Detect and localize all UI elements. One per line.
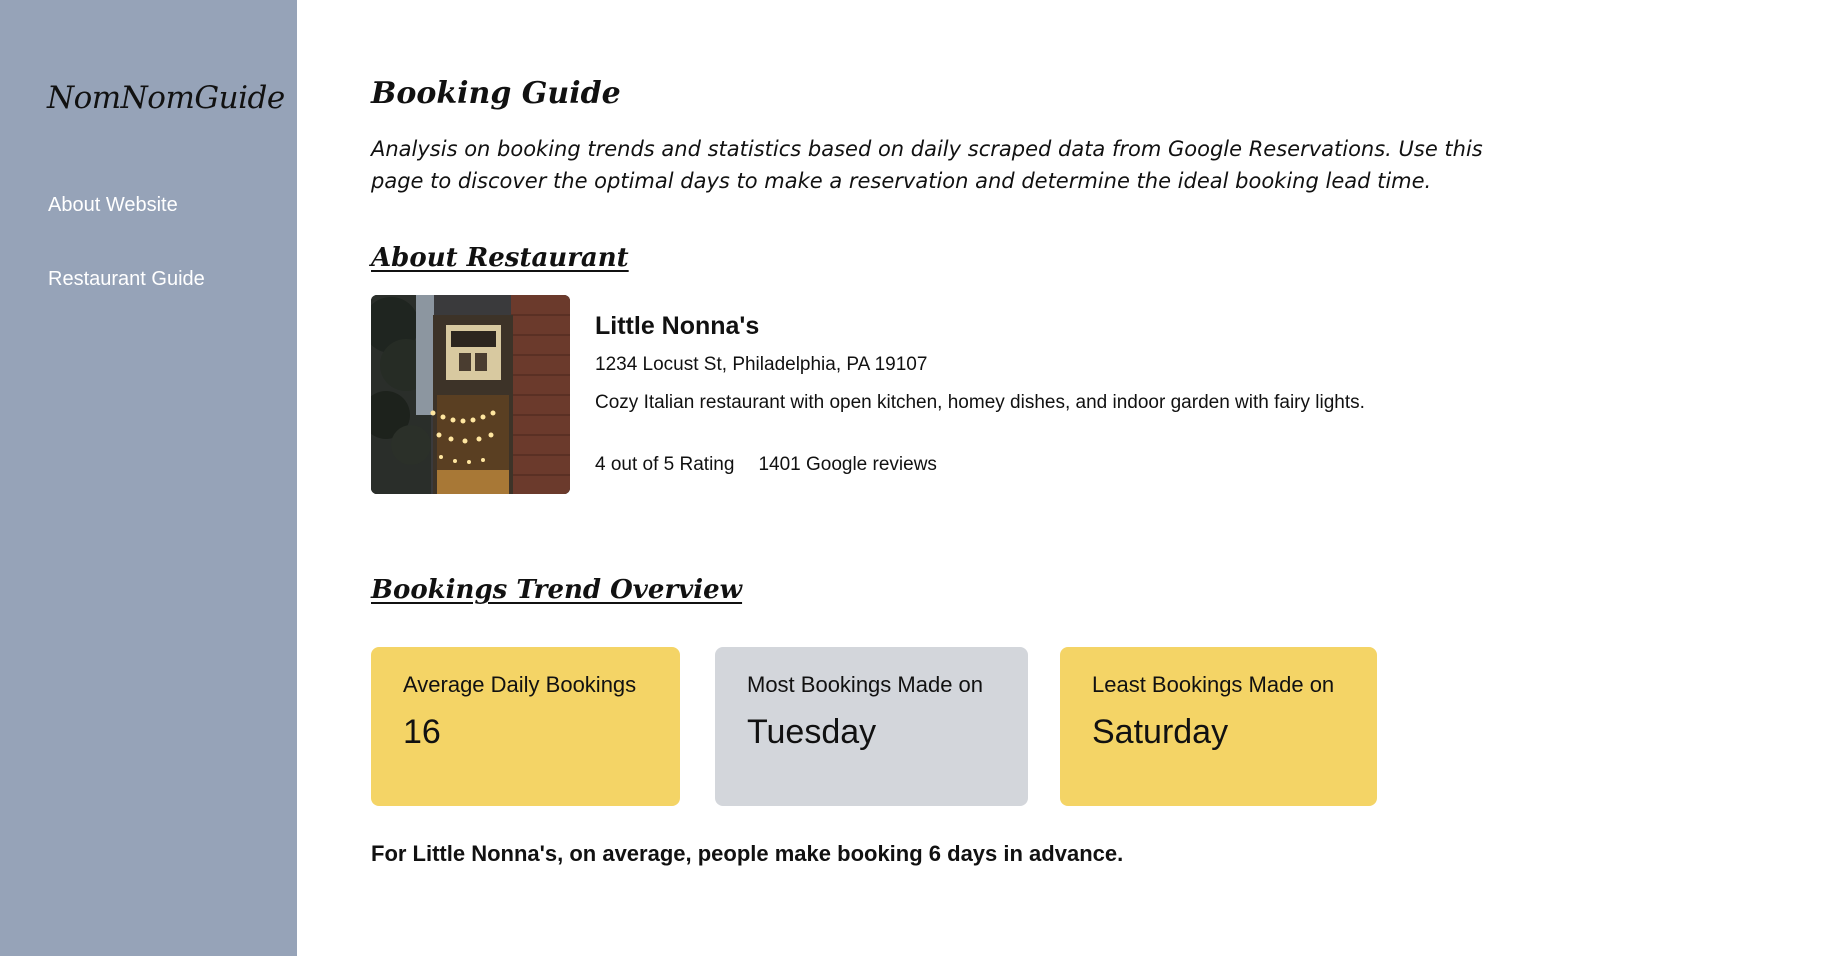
main-content: Booking Guide Analysis on booking trends… [371,0,1824,956]
restaurant-address: 1234 Locust St, Philadelphia, PA 19107 [595,354,928,375]
card-label: Least Bookings Made on [1092,672,1335,697]
booking-lead-time-summary: For Little Nonna's, on average, people m… [371,841,1124,866]
most-bookings-card: Most Bookings Made on Tuesday [715,647,1028,806]
restaurant-reviews: 1401 Google reviews [758,454,937,475]
card-value: Saturday [1092,713,1229,751]
card-value: Tuesday [747,713,877,751]
site-logo[interactable]: NomNomGuide [47,80,285,116]
card-label: Average Daily Bookings [403,672,637,697]
nav-item-restaurant-guide[interactable]: Restaurant Guide [48,268,205,291]
card-value: 16 [403,713,441,751]
restaurant-meta: 4 out of 5 Rating 1401 Google reviews [595,454,937,476]
page-intro: Analysis on booking trends and statistic… [371,137,1483,193]
card-label: Most Bookings Made on [747,672,984,697]
least-bookings-card: Least Bookings Made on Saturday [1060,647,1377,806]
nav-item-about-website[interactable]: About Website [48,194,178,217]
restaurant-rating: 4 out of 5 Rating [595,454,735,475]
sidebar: NomNomGuide About Website Restaurant Gui… [0,0,297,956]
average-daily-bookings-card: Average Daily Bookings 16 [371,647,680,806]
about-restaurant-heading: About Restaurant [371,243,629,273]
page-title: Booking Guide [371,76,621,111]
restaurant-name: Little Nonna's [595,312,760,340]
bookings-trend-heading: Bookings Trend Overview [371,575,743,605]
restaurant-description: Cozy Italian restaurant with open kitche… [595,392,1365,413]
restaurant-photo [371,295,570,494]
